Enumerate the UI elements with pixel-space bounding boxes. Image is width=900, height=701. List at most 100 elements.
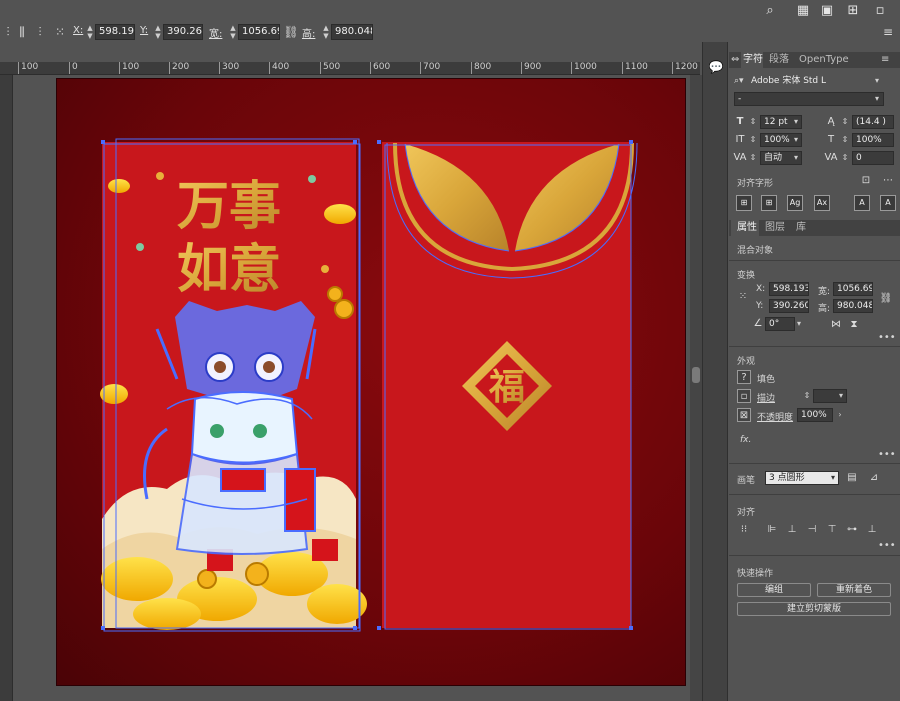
tracking-stepper[interactable]: ⇕: [839, 151, 851, 165]
pw-field[interactable]: 1056.694: [833, 282, 873, 296]
y-label: Y:: [140, 25, 149, 36]
ruler-tick: 200: [169, 62, 189, 74]
width-stepper[interactable]: ▲ ▼: [229, 24, 237, 40]
y-stepper[interactable]: ▲ ▼: [154, 24, 162, 40]
canvas[interactable]: 万事 如意 福: [13, 75, 690, 701]
tab-opentype[interactable]: OpenType: [799, 52, 849, 68]
align-top-edges-icon[interactable]: ⊤: [825, 523, 839, 537]
fill-swatch-icon[interactable]: ?: [737, 370, 751, 384]
font-family-dropdown[interactable]: ▾: [871, 74, 883, 88]
tracking-field[interactable]: 0: [852, 151, 894, 165]
ph-field[interactable]: 980.0488: [833, 299, 873, 313]
font-style-dropdown[interactable]: ▾: [871, 92, 883, 106]
vertical-scale-dropdown[interactable]: ▾: [790, 133, 802, 147]
quick-actions-title: 快速操作: [737, 569, 774, 579]
snap-xheight-button[interactable]: ⊞: [761, 195, 777, 211]
stroke-weight-stepper[interactable]: ⇕: [801, 389, 813, 403]
tab-layers[interactable]: 图层: [765, 220, 787, 236]
panel-collapse-icon[interactable]: ⇔: [731, 52, 741, 68]
stroke-weight-dropdown[interactable]: ▾: [835, 389, 847, 403]
kerning-dropdown[interactable]: ▾: [790, 151, 802, 165]
flip-vertical-icon[interactable]: ⧗: [847, 318, 861, 332]
glyph-more-icon[interactable]: ⋯: [881, 174, 895, 188]
brush-options-icon[interactable]: ⊿: [867, 471, 881, 485]
align-horizontal-center-icon[interactable]: ⊥: [785, 523, 799, 537]
vertical-scrollbar[interactable]: [690, 75, 702, 701]
align-vertical-center-icon[interactable]: ⊶: [845, 523, 859, 537]
horizontal-scale-stepper[interactable]: ⇕: [839, 133, 851, 147]
tab-libraries[interactable]: 库: [796, 220, 812, 236]
scrollbar-thumb[interactable]: [692, 367, 700, 383]
left-envelope[interactable]: 万事 如意: [100, 138, 367, 632]
vertical-scale-stepper[interactable]: ⇕: [747, 133, 759, 147]
appearance-more-icon[interactable]: •••: [878, 449, 896, 460]
restore-icon[interactable]: ▫: [872, 3, 888, 19]
align-more-icon[interactable]: •••: [878, 540, 896, 551]
workspace-icon[interactable]: ▦: [795, 3, 811, 19]
brush-dropdown[interactable]: ▾: [827, 471, 839, 485]
opacity-arrow[interactable]: ›: [834, 408, 846, 422]
recolor-button[interactable]: 重新着色: [817, 583, 891, 597]
kerning-stepper[interactable]: ⇕: [747, 151, 759, 165]
constrain-proportions-icon[interactable]: ⛓: [879, 292, 893, 306]
height-stepper[interactable]: ▲ ▼: [322, 24, 330, 40]
height-field[interactable]: 980.0488: [331, 24, 373, 40]
font-search-icon[interactable]: ⌕▾: [734, 76, 744, 86]
search-icon[interactable]: ⌕: [762, 3, 778, 19]
comment-icon[interactable]: 💬: [708, 60, 724, 74]
font-style-field[interactable]: -: [734, 92, 884, 106]
font-size-stepper[interactable]: ⇕: [747, 115, 759, 129]
stroke-swatch-icon[interactable]: ▫: [737, 389, 751, 403]
glyph-settings-icon[interactable]: ⊡: [859, 174, 873, 188]
align-right-icon[interactable]: ⫶: [32, 24, 48, 40]
snap-baseline-button[interactable]: ⊞: [736, 195, 752, 211]
object-type-label: 混合对象: [737, 246, 774, 256]
align-bottom-edges-icon[interactable]: ⊥: [865, 523, 879, 537]
align-right-edges-icon[interactable]: ⊣: [805, 523, 819, 537]
flip-horizontal-icon[interactable]: ⋈: [829, 318, 843, 332]
x-label: X:: [73, 25, 84, 36]
reference-point-icon[interactable]: ⁙: [52, 24, 68, 40]
snap-glyph-bounds-button[interactable]: Ag: [787, 195, 803, 211]
align-left-edges-icon[interactable]: ⊫: [765, 523, 779, 537]
menu-icon[interactable]: ≡: [880, 24, 896, 40]
font-size-dropdown[interactable]: ▾: [790, 115, 802, 129]
snap-angular-button[interactable]: A: [854, 195, 870, 211]
tab-character[interactable]: 字符: [741, 52, 763, 68]
tab-paragraph[interactable]: 段落: [769, 52, 793, 68]
envelope-title-line2: 如意: [177, 240, 281, 300]
make-clipping-mask-button[interactable]: 建立剪切蒙版: [737, 602, 891, 616]
x-field[interactable]: 598.1934: [95, 24, 135, 40]
leading-field[interactable]: (14.4 ): [852, 115, 894, 129]
y-field[interactable]: 390.2608: [163, 24, 203, 40]
brush-library-icon[interactable]: ▤: [845, 471, 859, 485]
transform-more-icon[interactable]: •••: [878, 332, 896, 343]
artboard[interactable]: 万事 如意 福: [56, 78, 686, 686]
rotate-dropdown[interactable]: ▾: [793, 317, 805, 331]
arrange-icon[interactable]: ▣: [819, 3, 835, 19]
font-family-field[interactable]: Adobe 宋体 Std L: [747, 74, 884, 88]
width-field[interactable]: 1056.6941: [238, 24, 280, 40]
horizontal-scale-field[interactable]: 100%: [852, 133, 894, 147]
align-center-icon[interactable]: ⫼: [14, 24, 30, 40]
minimize-icon[interactable]: ⊞: [845, 3, 861, 19]
rotate-field[interactable]: 0°: [765, 317, 795, 331]
py-field[interactable]: 390.2608: [769, 299, 809, 313]
right-envelope[interactable]: 福: [377, 140, 638, 630]
leading-stepper[interactable]: ⇕: [839, 115, 851, 129]
reference-point-icon[interactable]: ⁙: [736, 290, 750, 304]
snap-proximity-button[interactable]: Ax: [814, 195, 830, 211]
link-icon[interactable]: ⛓: [283, 24, 299, 40]
tab-properties[interactable]: 属性: [731, 220, 759, 236]
panel-menu-icon[interactable]: ≡: [881, 52, 895, 68]
fx-button[interactable]: fx.: [740, 435, 751, 445]
snap-anchor-button[interactable]: A: [880, 195, 896, 211]
opacity-field[interactable]: 100%: [797, 408, 833, 422]
opacity-label[interactable]: 不透明度: [757, 410, 793, 423]
px-field[interactable]: 598.1934: [769, 282, 809, 296]
x-stepper[interactable]: ▲ ▼: [86, 24, 94, 40]
group-button[interactable]: 编组: [737, 583, 811, 597]
stroke-label[interactable]: 描边: [757, 391, 775, 404]
align-title: 对齐: [737, 508, 756, 518]
align-to-icon[interactable]: ⁝⁝: [737, 523, 751, 537]
